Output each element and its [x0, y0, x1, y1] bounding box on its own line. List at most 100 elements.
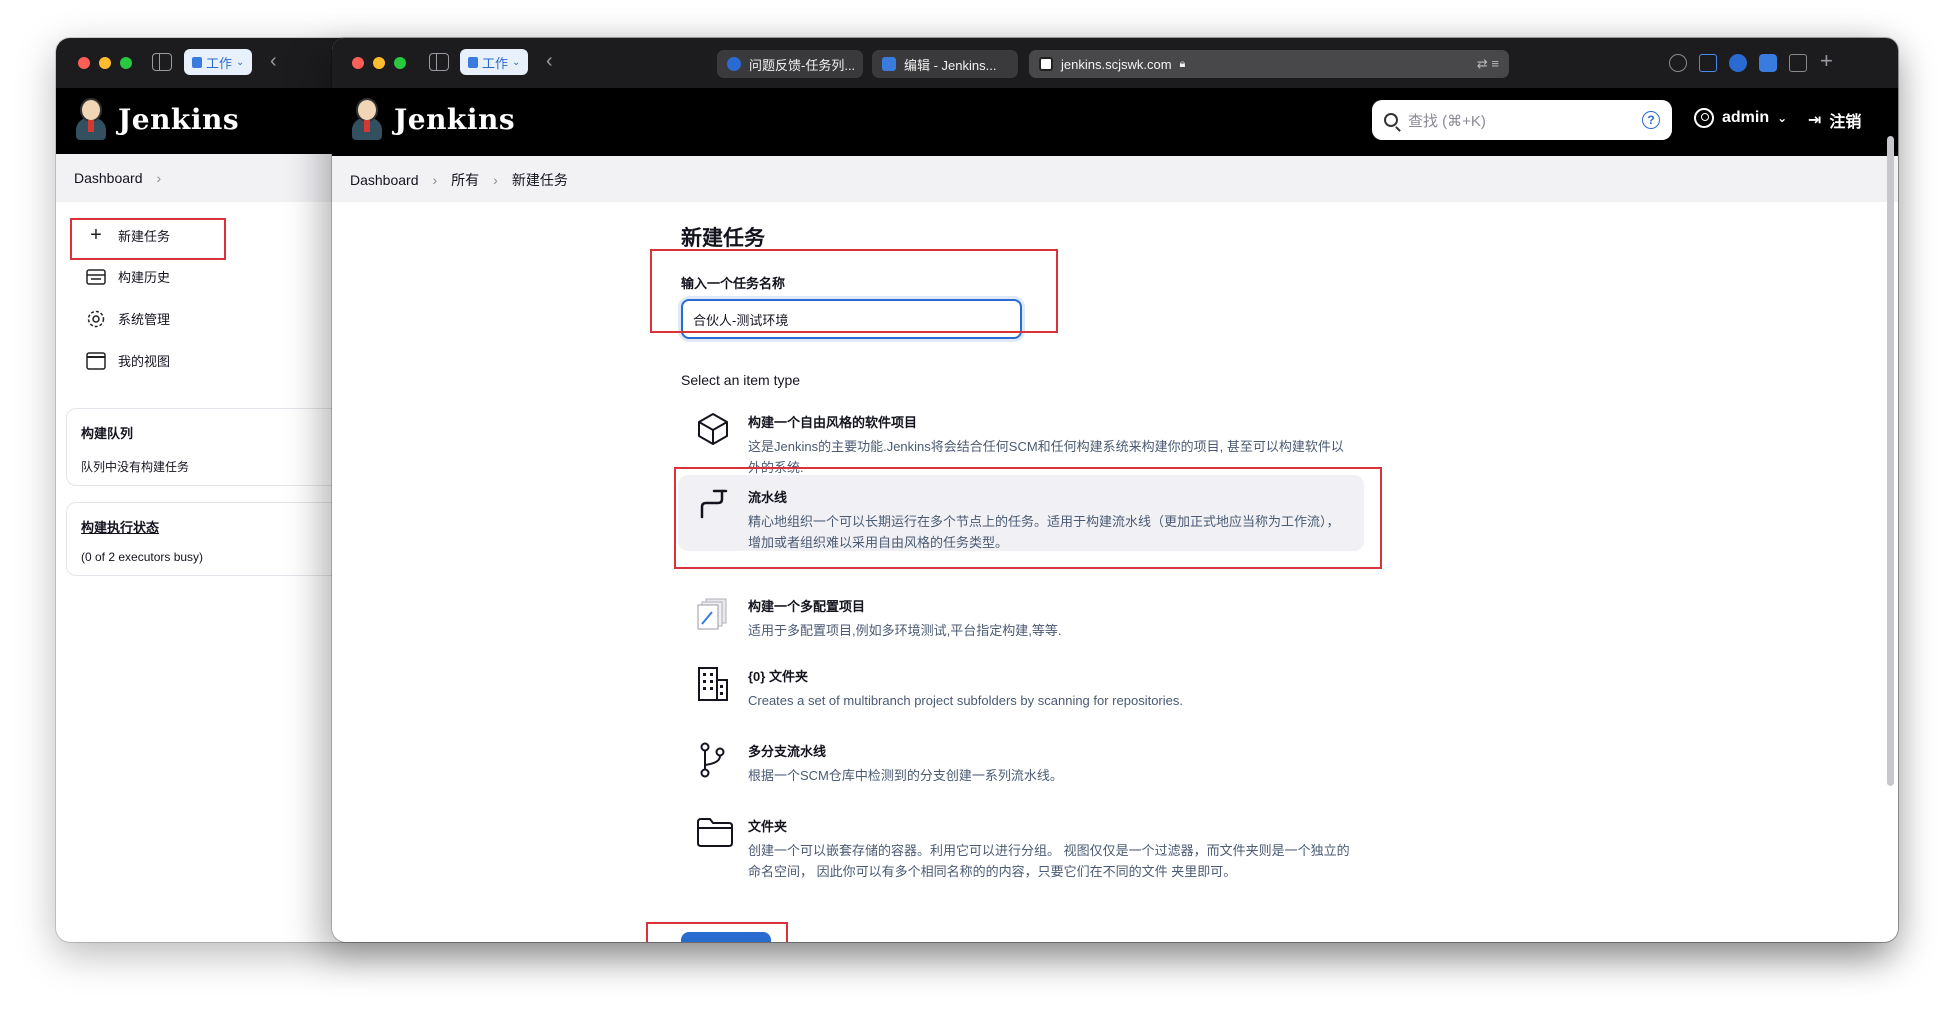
item-type-multibranch[interactable]: 多分支流水线 根据一个SCM仓库中检测到的分支创建一系列流水线。 — [678, 729, 1364, 798]
page-title: 新建任务 — [681, 227, 765, 250]
sidebar-toggle-icon[interactable] — [152, 53, 172, 71]
zoom-window-button[interactable] — [120, 57, 132, 69]
jenkins-logo[interactable]: Jenkins — [350, 98, 515, 140]
item-description: 根据一个SCM仓库中检测到的分支创建一系列流水线。 — [748, 768, 1063, 783]
build-queue-empty-text: 队列中没有构建任务 — [81, 460, 190, 474]
item-type-organization-folder[interactable]: {0} 文件夹 Creates a set of multibranch pro… — [678, 654, 1364, 723]
jenkins-brand: Jenkins — [118, 102, 240, 136]
item-title: {0} 文件夹 — [748, 669, 808, 684]
back-arrow-icon[interactable]: ‹ — [270, 50, 277, 73]
cube-icon — [696, 412, 730, 446]
item-description: 创建一个可以嵌套存储的容器。利用它可以进行分组。 视图仅仅是一个过滤器，而文件夹… — [748, 843, 1350, 879]
sidebar-item-my-views[interactable]: 我的视图 — [86, 351, 170, 370]
zoom-window-button[interactable] — [394, 57, 406, 69]
front-browser-window: 工作 ⌄ ‹ 问题反馈-任务列... 编辑 - Jenkins... jenki… — [332, 38, 1898, 942]
extension-icon[interactable] — [1729, 54, 1747, 72]
new-tab-icon[interactable]: + — [1820, 48, 1833, 74]
jenkins-logo[interactable]: Jenkins — [74, 98, 239, 140]
tab-label: 问题反馈-任务列... — [749, 57, 856, 73]
cube-extension-icon[interactable] — [1699, 54, 1717, 72]
building-icon — [696, 666, 730, 701]
tab-group-icon — [192, 56, 202, 68]
branch-icon — [696, 741, 730, 778]
tab-favicon-icon — [727, 57, 741, 71]
jenkins-butler-icon — [350, 98, 384, 140]
item-title: 构建一个自由风格的软件项目 — [748, 415, 918, 430]
history-icon — [86, 268, 106, 286]
tab-feedback[interactable]: 问题反馈-任务列... — [717, 50, 863, 78]
main-content: 新建任务 输入一个任务名称 Select an item type 构建一个自由… — [332, 202, 1898, 942]
search-box[interactable]: 查找 (⌘+K) ? — [1372, 100, 1672, 140]
lock-icon: 🔒︎ — [1179, 57, 1186, 70]
executors-status: (0 of 2 executors busy) — [81, 550, 204, 564]
breadcrumb-new-task: 新建任务 — [511, 172, 568, 188]
help-icon[interactable]: ? — [1642, 111, 1660, 129]
downloads-icon[interactable] — [1669, 54, 1687, 72]
chevron-down-icon: ⌄ — [1777, 111, 1788, 125]
tab-group-icon — [468, 56, 478, 68]
item-title: 多分支流水线 — [748, 744, 827, 759]
tab-group-pill[interactable]: 工作 ⌄ — [184, 49, 253, 75]
build-queue-title: 构建队列 — [81, 426, 134, 441]
breadcrumb-dashboard[interactable]: Dashboard — [74, 170, 143, 186]
chevron-right-icon: › — [493, 172, 498, 188]
build-queue-panel: 构建队列 队列中没有构建任务 — [66, 408, 356, 486]
sidebar-item-build-history[interactable]: 构建历史 — [86, 267, 170, 286]
sidebar-item-label: 构建历史 — [118, 270, 171, 285]
minimize-window-button[interactable] — [99, 57, 111, 69]
chevron-right-icon: › — [156, 170, 162, 186]
annotation-box-ok — [646, 922, 788, 942]
sidebar-item-label: 系统管理 — [118, 312, 171, 327]
screenshot: 工作 ⌄ ‹ Jenkins Dashboard › + 新建任务 构建历史 系… — [0, 0, 1953, 1016]
item-description: Creates a set of multibranch project sub… — [748, 693, 1183, 708]
back-arrow-icon[interactable]: ‹ — [546, 50, 553, 73]
tab-group-label: 工作 — [206, 55, 233, 71]
tab-label: 编辑 - Jenkins... — [904, 57, 997, 73]
tab-favicon-icon — [882, 57, 896, 71]
page-scrollbar[interactable] — [1887, 136, 1894, 786]
jenkins-butler-icon — [74, 98, 108, 140]
bitwarden-icon[interactable] — [1759, 54, 1777, 72]
folder-icon — [696, 816, 733, 850]
close-window-button[interactable] — [78, 57, 90, 69]
annotation-box-pipeline — [674, 467, 1382, 569]
tab-group-label: 工作 — [482, 55, 509, 71]
search-input[interactable]: 查找 (⌘+K) — [1408, 110, 1486, 131]
breadcrumb-all[interactable]: 所有 — [451, 170, 479, 190]
item-type-multiconfig[interactable]: 构建一个多配置项目 适用于多配置项目,例如多环境测试,平台指定构建,等等. — [678, 584, 1364, 653]
window-controls — [78, 57, 132, 69]
close-window-button[interactable] — [352, 57, 364, 69]
breadcrumb-dashboard[interactable]: Dashboard — [350, 172, 419, 188]
sidebar-item-label: 我的视图 — [118, 354, 171, 369]
address-bar-url[interactable]: jenkins.scjswk.com — [1061, 57, 1172, 72]
minimize-window-button[interactable] — [373, 57, 385, 69]
window-icon — [86, 351, 106, 370]
search-icon — [1384, 113, 1398, 127]
logout-icon: ⇥ — [1808, 112, 1822, 129]
translate-icon[interactable]: ⇄ ≡ — [1477, 56, 1499, 72]
user-menu[interactable]: admin ⌄ — [1694, 108, 1787, 128]
item-type-label: Select an item type — [681, 372, 801, 388]
logout-label: 注销 — [1829, 114, 1862, 131]
gear-icon — [86, 310, 106, 328]
tabs-overview-icon[interactable] — [1789, 54, 1807, 72]
chevron-right-icon: › — [432, 172, 438, 188]
user-icon — [1694, 108, 1714, 128]
logout-link[interactable]: ⇥ 注销 — [1808, 108, 1861, 132]
sidebar-toggle-icon[interactable] — [429, 53, 449, 71]
tab-favicon-icon — [1039, 57, 1053, 71]
annotation-box-new-task — [70, 218, 226, 260]
item-type-folder[interactable]: 文件夹 创建一个可以嵌套存储的容器。利用它可以进行分组。 视图仅仅是一个过滤器，… — [678, 804, 1364, 894]
multiconfig-icon — [696, 596, 730, 630]
username: admin — [1722, 109, 1770, 126]
front-titlebar: 工作 ⌄ ‹ 问题反馈-任务列... 编辑 - Jenkins... jenki… — [332, 38, 1898, 88]
tab-group-pill[interactable]: 工作 ⌄ — [460, 49, 529, 75]
breadcrumb: Dashboard › 所有 › 新建任务 — [332, 156, 1898, 204]
window-controls — [352, 57, 406, 69]
annotation-box-name — [650, 249, 1058, 333]
executors-title[interactable]: 构建执行状态 — [81, 517, 341, 536]
sidebar-item-manage[interactable]: 系统管理 — [86, 309, 170, 328]
tab-jenkins-edit[interactable]: 编辑 - Jenkins... — [872, 50, 1018, 78]
item-title: 文件夹 — [748, 819, 788, 834]
tab-active-url[interactable]: jenkins.scjswk.com 🔒︎ ⇄ ≡ — [1029, 50, 1509, 78]
